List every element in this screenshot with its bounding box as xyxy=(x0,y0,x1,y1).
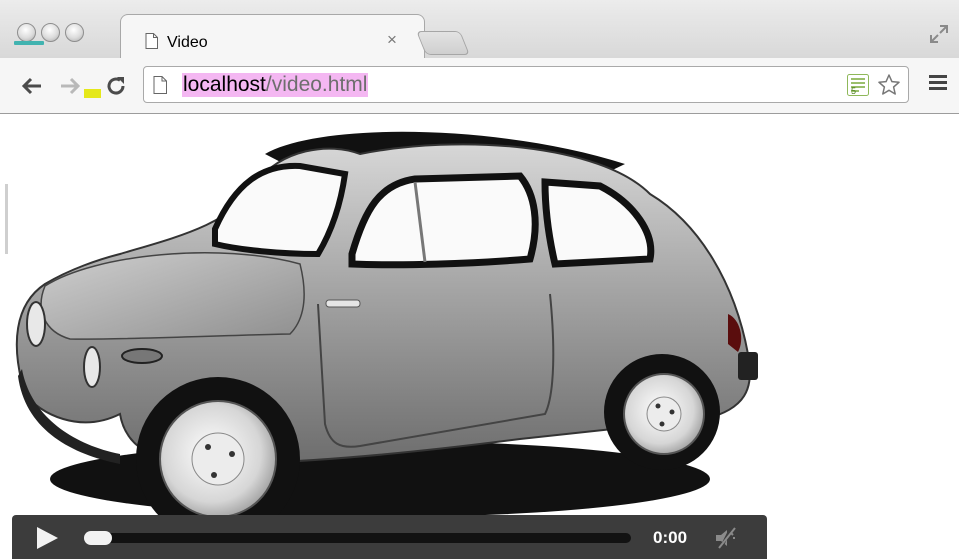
close-window-button[interactable] xyxy=(17,23,36,42)
arrow-left-icon xyxy=(21,77,41,95)
reload-button[interactable] xyxy=(102,72,130,100)
tab-video[interactable]: Video × xyxy=(120,14,425,59)
url-text[interactable]: localhost/video.html xyxy=(182,73,369,97)
tab-close-icon[interactable]: × xyxy=(387,31,397,48)
new-tab-button[interactable] xyxy=(416,31,470,55)
page-content: 0:00 xyxy=(0,114,959,559)
seek-bar[interactable] xyxy=(84,531,631,545)
window-titlebar: Video × xyxy=(0,0,959,59)
address-bar[interactable]: localhost/video.html 5 xyxy=(143,66,909,103)
video-controls: 0:00 xyxy=(12,515,767,559)
play-icon[interactable] xyxy=(34,525,60,551)
browser-toolbar: localhost/video.html 5 xyxy=(0,58,959,114)
forward-button[interactable] xyxy=(56,72,84,100)
fullscreen-icon[interactable] xyxy=(928,23,950,45)
page-icon xyxy=(153,76,167,94)
seek-thumb[interactable] xyxy=(84,531,112,545)
muted-speaker-icon[interactable] xyxy=(713,526,739,550)
tab-title: Video xyxy=(167,34,208,51)
html5-icon[interactable]: 5 xyxy=(847,74,869,96)
star-icon[interactable] xyxy=(877,73,901,97)
car-video-frame[interactable] xyxy=(0,114,780,559)
url-host: localhost xyxy=(183,73,266,96)
page-icon xyxy=(145,33,158,49)
time-display: 0:00 xyxy=(653,528,688,547)
minimize-window-button[interactable] xyxy=(41,23,60,42)
back-button[interactable] xyxy=(18,72,46,100)
svg-text:5: 5 xyxy=(851,86,856,96)
hamburger-icon[interactable] xyxy=(929,74,947,91)
traffic-light-marker xyxy=(14,41,44,45)
reload-icon xyxy=(107,77,125,95)
arrow-right-icon xyxy=(61,77,81,95)
highlight-mark xyxy=(84,89,101,98)
zoom-window-button[interactable] xyxy=(65,23,84,42)
url-path: /video.html xyxy=(265,73,368,96)
